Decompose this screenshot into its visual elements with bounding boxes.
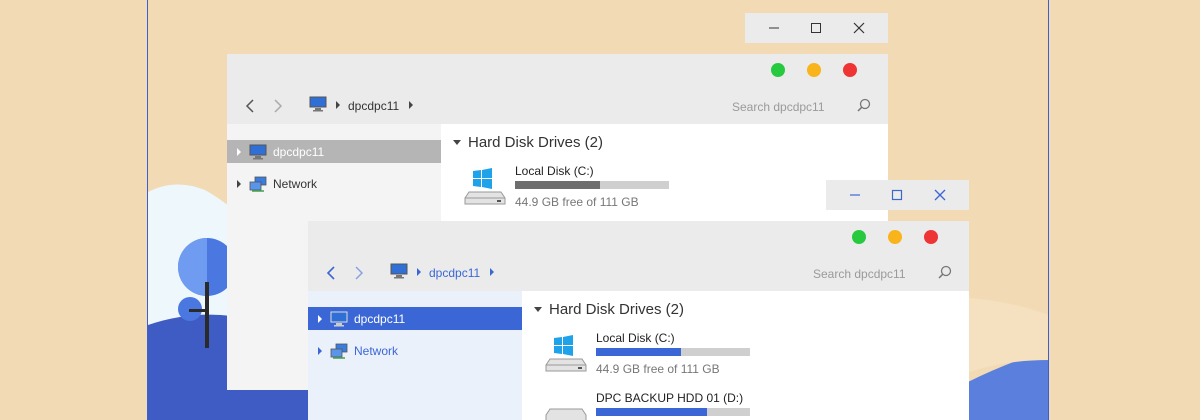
breadcrumb-computer[interactable]: dpcdpc11 <box>429 266 480 280</box>
sidebar-item-label: Network <box>354 343 399 358</box>
drive-usage-bar <box>596 348 750 356</box>
section-title: Hard Disk Drives (2) <box>468 134 604 151</box>
sidebar-item-label: dpcdpc11 <box>273 144 325 159</box>
drive-item[interactable]: Local Disk (C:) 44.9 GB free of 111 GB <box>544 331 804 379</box>
forward-button[interactable] <box>349 263 369 283</box>
toolbar: dpcdpc11 Search dpcdpc11 <box>227 88 888 124</box>
drive-usage-fill <box>596 348 681 356</box>
sidebar: dpcdpc11 Network <box>308 291 522 420</box>
windows-drive-icon <box>463 168 509 213</box>
sidebar-item-label: dpcdpc11 <box>354 311 406 326</box>
search-icon[interactable] <box>938 265 952 284</box>
sidebar-item-network[interactable]: Network <box>227 172 441 195</box>
yellow-traffic-light[interactable] <box>888 230 902 244</box>
maximize-button[interactable] <box>804 16 828 40</box>
breadcrumb-expand-icon[interactable] <box>490 268 494 276</box>
front-window: dpcdpc11 Search dpcdpc11 dpcdpc11 Networ… <box>308 221 969 420</box>
chevron-left-icon <box>245 99 254 113</box>
drive-usage-bar <box>515 181 669 189</box>
computer-icon <box>309 96 327 117</box>
close-button[interactable] <box>847 16 871 40</box>
expand-arrow-icon[interactable] <box>237 179 241 188</box>
expand-arrow-icon[interactable] <box>318 314 322 323</box>
windows-drive-icon <box>544 335 590 380</box>
breadcrumb-expand-icon[interactable] <box>409 101 413 109</box>
breadcrumb-separator-icon <box>336 101 340 109</box>
drive-name: Local Disk (C:) <box>596 331 675 345</box>
back-button[interactable] <box>240 96 260 116</box>
breadcrumb-separator-icon <box>417 268 421 276</box>
toolbar: dpcdpc11 Search dpcdpc11 <box>308 255 969 291</box>
chevron-left-icon <box>326 266 335 280</box>
drive-usage-fill <box>515 181 600 189</box>
section-title: Hard Disk Drives (2) <box>549 301 685 318</box>
collapse-arrow-icon[interactable] <box>534 307 542 312</box>
breadcrumb-computer[interactable]: dpcdpc11 <box>348 99 399 113</box>
forward-button[interactable] <box>268 96 288 116</box>
title-bar <box>308 221 969 255</box>
close-button[interactable] <box>928 183 952 207</box>
minimize-button[interactable] <box>762 16 786 40</box>
maximize-button[interactable] <box>885 183 909 207</box>
drive-name: DPC BACKUP HDD 01 (D:) <box>596 391 744 405</box>
maximize-icon <box>892 189 903 201</box>
green-traffic-light[interactable] <box>771 63 785 77</box>
red-traffic-light[interactable] <box>924 230 938 244</box>
front-window-controls <box>826 180 969 210</box>
back-window-controls <box>745 13 888 43</box>
yellow-traffic-light[interactable] <box>807 63 821 77</box>
sidebar-item-network[interactable]: Network <box>308 339 522 362</box>
sidebar-item-computer[interactable]: dpcdpc11 <box>308 307 522 330</box>
search-icon[interactable] <box>857 98 871 117</box>
section-header[interactable]: Hard Disk Drives (2) <box>534 301 684 318</box>
red-traffic-light[interactable] <box>843 63 857 77</box>
main-content: Hard Disk Drives (2) Local Disk (C:) 44.… <box>522 291 969 420</box>
minimize-icon <box>850 194 861 196</box>
computer-icon <box>390 263 408 284</box>
network-icon <box>330 343 348 359</box>
drive-name: Local Disk (C:) <box>515 164 594 178</box>
expand-arrow-icon[interactable] <box>237 147 241 156</box>
search-input[interactable]: Search dpcdpc11 <box>813 267 906 281</box>
sidebar-item-computer[interactable]: dpcdpc11 <box>227 140 441 163</box>
close-icon <box>934 189 946 201</box>
computer-icon <box>249 144 267 160</box>
drive-free-space: 44.9 GB free of 111 GB <box>515 195 639 209</box>
title-bar <box>227 54 888 88</box>
green-traffic-light[interactable] <box>852 230 866 244</box>
maximize-icon <box>811 23 822 33</box>
expand-arrow-icon[interactable] <box>318 346 322 355</box>
chevron-right-icon <box>355 266 364 280</box>
drive-icon <box>544 405 590 420</box>
section-header[interactable]: Hard Disk Drives (2) <box>453 134 603 151</box>
minimize-icon <box>769 27 780 29</box>
sidebar-item-label: Network <box>273 176 318 191</box>
drive-item[interactable]: DPC BACKUP HDD 01 (D:) <box>544 391 804 420</box>
drive-usage-bar <box>596 408 750 416</box>
minimize-button[interactable] <box>843 183 867 207</box>
network-icon <box>249 176 267 192</box>
drive-item[interactable]: Local Disk (C:) 44.9 GB free of 111 GB <box>463 164 723 212</box>
search-input[interactable]: Search dpcdpc11 <box>732 100 825 114</box>
back-button[interactable] <box>321 263 341 283</box>
computer-icon <box>330 311 348 327</box>
drive-usage-fill <box>596 408 707 416</box>
chevron-right-icon <box>274 99 283 113</box>
close-icon <box>853 22 865 34</box>
drive-free-space: 44.9 GB free of 111 GB <box>596 362 720 376</box>
collapse-arrow-icon[interactable] <box>453 140 461 145</box>
